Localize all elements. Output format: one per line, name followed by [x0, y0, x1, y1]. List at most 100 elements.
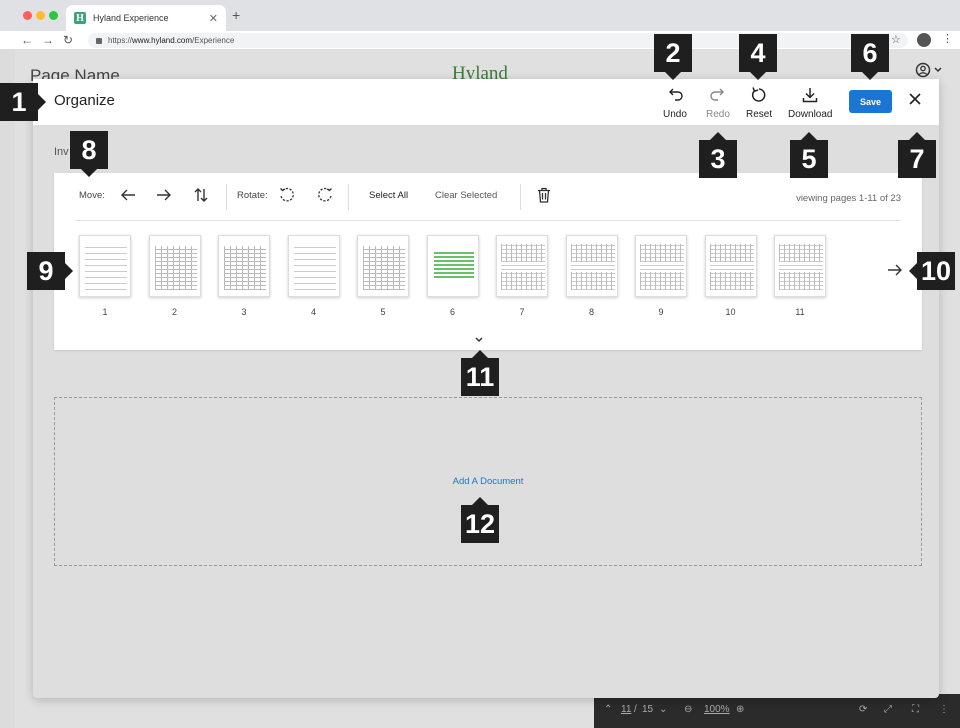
page-number: 10	[725, 307, 736, 317]
rotate-left-icon[interactable]	[278, 186, 296, 209]
address-bar: ← → ↻ https://www.hyland.com/Experience …	[0, 31, 960, 50]
reset-label: Reset	[746, 109, 773, 120]
page-number: 11	[795, 307, 805, 317]
move-swap-icon[interactable]	[192, 186, 210, 209]
tab-close-icon[interactable]: ✕	[209, 12, 218, 25]
rotate-right-icon[interactable]	[316, 186, 334, 209]
fullscreen-icon[interactable]: ⛶	[912, 704, 919, 715]
page-preview	[79, 235, 131, 297]
current-page-number[interactable]: 11	[621, 704, 631, 715]
callout-6: 6	[851, 34, 889, 80]
page-preview	[426, 235, 479, 297]
page-thumbnail[interactable]: 1	[79, 235, 131, 317]
zoom-out-icon[interactable]: ⊖	[684, 704, 692, 715]
browser-tab[interactable]: H Hyland Experience ✕	[66, 5, 226, 31]
page-thumbnail[interactable]: 7	[496, 235, 548, 317]
select-all-button[interactable]: Select All	[369, 190, 408, 201]
callout-4: 4	[739, 34, 777, 80]
clear-selected-button[interactable]: Clear Selected	[435, 190, 497, 201]
reset-icon	[750, 85, 768, 105]
undo-icon	[666, 85, 684, 105]
back-arrow-icon[interactable]: ←	[21, 33, 33, 47]
redo-label: Redo	[706, 109, 730, 120]
zoom-level[interactable]: 100%	[704, 704, 730, 715]
add-document-link[interactable]: Add A Document	[453, 476, 524, 487]
zoom-in-icon[interactable]: ⊕	[736, 704, 744, 715]
page-thumbnail[interactable]: 8	[565, 235, 618, 317]
undo-label: Undo	[663, 109, 687, 120]
viewer-menu-icon[interactable]: ⋮	[939, 704, 949, 715]
page-thumbnail[interactable]: 3	[218, 235, 270, 317]
page-number: 6	[449, 307, 455, 317]
rotate-view-icon[interactable]: ⟳	[859, 704, 867, 715]
previous-page-icon[interactable]: ⌃	[604, 704, 612, 715]
page-thumbnail[interactable]: 9	[635, 235, 687, 317]
page-preview	[704, 235, 757, 297]
toolbar-divider	[520, 184, 521, 210]
page-thumbnail[interactable]: 11	[774, 235, 826, 317]
url-field[interactable]: https://www.hyland.com/Experience	[88, 33, 908, 48]
maximize-window-icon[interactable]	[49, 11, 58, 20]
download-button[interactable]: Download	[788, 85, 832, 120]
page-preview	[635, 235, 687, 297]
close-modal-icon[interactable]	[908, 92, 922, 111]
document-viewer-bar: ⌃ 11 / 15 ⌄ ⊖ 100% ⊕ ⟳ ⤢ ⛶ ⋮	[594, 694, 960, 728]
callout-5: 5	[790, 132, 828, 178]
callout-1: 1	[0, 83, 46, 121]
modal-header: Organize Undo Redo Reset Download Save	[33, 79, 939, 125]
callout-3: 3	[699, 132, 737, 178]
toolbar-divider	[226, 184, 227, 210]
trash-icon[interactable]	[535, 186, 553, 209]
callout-12: 12	[461, 497, 499, 543]
page-preview	[565, 235, 618, 297]
page-thumbnail[interactable]: 2	[148, 235, 201, 317]
page-preview	[148, 235, 201, 297]
reload-icon[interactable]: ↻	[63, 33, 73, 47]
tab-title: Hyland Experience	[93, 13, 169, 23]
undo-button[interactable]: Undo	[663, 85, 687, 120]
page-thumbnail[interactable]: 6	[426, 235, 479, 317]
page-preview	[357, 235, 409, 297]
browser-tab-bar: H Hyland Experience ✕ +	[0, 0, 960, 31]
toolbar-rule	[75, 220, 901, 221]
page-thumbnail[interactable]: 10	[704, 235, 757, 317]
page-number: 7	[519, 307, 525, 317]
total-page-count: 15	[642, 704, 654, 715]
hyland-favicon-icon: H	[74, 12, 86, 24]
next-page-icon[interactable]: ⌄	[659, 704, 667, 715]
page-number: 1	[102, 307, 108, 317]
bookmark-star-icon[interactable]: ☆	[891, 33, 901, 46]
rotate-label: Rotate:	[237, 190, 268, 201]
page-thumbnail[interactable]: 5	[357, 235, 409, 317]
next-pages-arrow-icon[interactable]	[887, 262, 903, 283]
redo-icon	[709, 85, 727, 105]
callout-11: 11	[461, 350, 499, 396]
expand-chevron-icon[interactable]	[474, 331, 484, 349]
callout-9: 9	[27, 252, 73, 290]
expand-icon[interactable]: ⤢	[884, 704, 892, 715]
close-window-icon[interactable]	[23, 11, 32, 20]
page-number: 3	[241, 307, 247, 317]
move-left-icon[interactable]	[119, 186, 137, 209]
page-thumbnail[interactable]: 4	[287, 235, 340, 317]
redo-button[interactable]: Redo	[706, 85, 730, 120]
account-icon[interactable]	[917, 33, 931, 47]
lock-icon	[96, 37, 102, 44]
page-separator: /	[634, 704, 637, 715]
download-icon	[801, 85, 819, 105]
page-preview	[287, 235, 340, 297]
page-preview	[496, 235, 548, 297]
forward-arrow-icon[interactable]: →	[42, 33, 54, 47]
toolbar-divider	[348, 184, 349, 210]
browser-menu-icon[interactable]: ⋮	[942, 32, 953, 45]
save-button[interactable]: Save	[849, 90, 892, 113]
new-tab-icon[interactable]: +	[232, 7, 240, 23]
move-label: Move:	[79, 190, 105, 201]
move-right-icon[interactable]	[155, 186, 173, 209]
page-number: 2	[171, 307, 177, 317]
page-preview	[218, 235, 270, 297]
minimize-window-icon[interactable]	[36, 11, 45, 20]
page-number: 8	[588, 307, 594, 317]
page-number: 5	[380, 307, 386, 317]
reset-button[interactable]: Reset	[746, 85, 772, 120]
